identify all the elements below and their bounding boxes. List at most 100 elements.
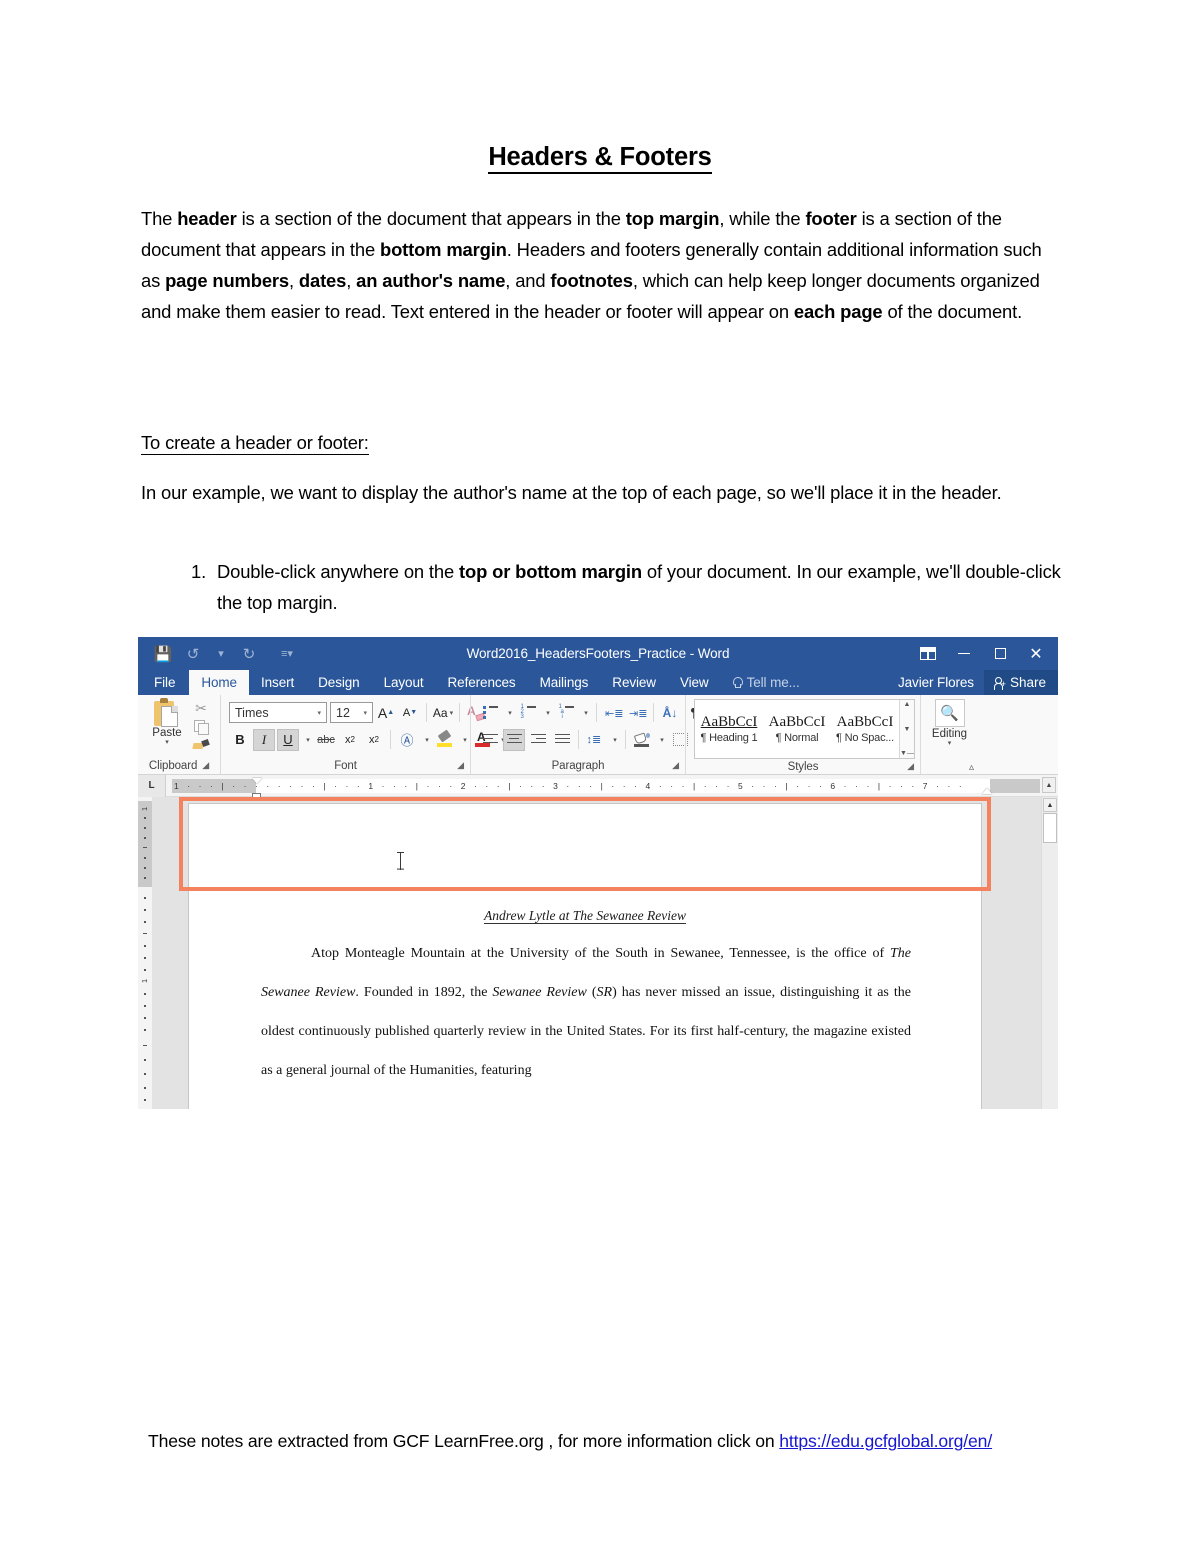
format-painter-button[interactable]: [190, 736, 212, 752]
highlighter-icon: [437, 729, 453, 748]
save-icon[interactable]: 💾: [148, 641, 178, 667]
undo-dropdown-icon[interactable]: ▾: [208, 641, 234, 667]
multilevel-dropdown-icon[interactable]: ▾: [579, 702, 591, 724]
collapse-ribbon-icon[interactable]: ▵: [969, 762, 974, 773]
paragraph-dialog-launcher-icon[interactable]: ◢: [672, 760, 679, 771]
align-center-button[interactable]: [503, 728, 525, 751]
chevron-down-icon[interactable]: ▾: [450, 709, 454, 717]
multilevel-list-button[interactable]: 1ai: [555, 702, 577, 724]
bold-button[interactable]: B: [229, 729, 251, 751]
style-no-spacing[interactable]: AaBbCcI ¶ No Spac...: [831, 700, 899, 758]
style-sample: AaBbCcI: [768, 714, 826, 730]
shading-button[interactable]: [631, 729, 653, 751]
share-button[interactable]: + Share: [983, 670, 1058, 695]
font-label: Font: [334, 759, 357, 772]
tab-review[interactable]: Review: [600, 670, 668, 695]
scroll-down-icon[interactable]: ▼: [904, 726, 911, 733]
find-button[interactable]: 🔍: [934, 699, 965, 727]
more-styles-icon[interactable]: ▼—: [900, 750, 914, 757]
paste-dropdown-icon[interactable]: ▾: [165, 739, 169, 746]
right-indent-marker[interactable]: [982, 787, 992, 794]
italic-button[interactable]: I: [253, 728, 275, 751]
styles-dialog-launcher-icon[interactable]: ◢: [907, 761, 914, 772]
customize-qat-icon[interactable]: ≡▾: [274, 641, 300, 667]
example-paragraph: In our example, we want to display the a…: [141, 482, 1002, 503]
ribbon-display-options-icon[interactable]: [910, 639, 946, 669]
tab-view[interactable]: View: [668, 670, 721, 695]
sort-button[interactable]: Å↓: [659, 702, 681, 724]
bullets-dropdown-icon[interactable]: ▾: [503, 702, 515, 724]
tab-insert[interactable]: Insert: [249, 670, 306, 695]
tab-home[interactable]: Home: [189, 670, 249, 695]
font-dialog-launcher-icon[interactable]: ◢: [457, 760, 464, 771]
align-right-button[interactable]: [527, 729, 549, 751]
style-normal[interactable]: AaBbCcI ¶ Normal: [763, 700, 831, 758]
document-page[interactable]: Andrew Lytle at The Sewanee Review Atop …: [188, 803, 982, 1109]
align-center-icon: [506, 733, 522, 746]
minimize-icon[interactable]: [946, 639, 982, 669]
scroll-up-icon[interactable]: ▲: [1043, 798, 1057, 812]
shading-dropdown-icon[interactable]: ▾: [655, 729, 667, 751]
account-name[interactable]: Javier Flores: [888, 670, 984, 695]
numbering-dropdown-icon[interactable]: ▾: [541, 702, 553, 724]
text-highlight-button[interactable]: [434, 729, 456, 751]
strikethrough-button[interactable]: abc: [315, 729, 337, 751]
copy-button[interactable]: [190, 718, 212, 735]
grow-font-button[interactable]: A ▲: [375, 702, 397, 724]
cut-button[interactable]: ✂: [190, 700, 212, 716]
font-name-combo[interactable]: Times ▾: [229, 702, 327, 723]
line-spacing-button[interactable]: ↕≣: [584, 729, 606, 751]
tab-references[interactable]: References: [436, 670, 528, 695]
scissors-icon: ✂: [195, 699, 207, 716]
scroll-up-icon[interactable]: ▲: [904, 701, 911, 708]
tab-layout[interactable]: Layout: [372, 670, 436, 695]
ribbon-group-paragraph: ▾ 123 ▾ 1ai ▾ ⇤≣ ⇥≣ Å↓ ↕≣ ▾ ▾ Paragraph …: [470, 695, 702, 774]
numbering-button[interactable]: 123: [517, 702, 539, 724]
source-link[interactable]: https://edu.gcfglobal.org/en/: [779, 1431, 992, 1451]
vertical-scrollbar[interactable]: ▲: [1041, 797, 1058, 1109]
text-effects-button[interactable]: Ⓐ: [396, 729, 418, 751]
tab-mailings[interactable]: Mailings: [528, 670, 601, 695]
shrink-font-button[interactable]: A ▼: [399, 702, 421, 724]
editing-dropdown-icon[interactable]: ▾: [948, 740, 952, 747]
style-sample: AaBbCcI: [700, 714, 758, 730]
paintbrush-icon: [193, 738, 209, 751]
text-effects-dropdown-icon[interactable]: ▾: [420, 729, 432, 751]
clipboard-dialog-launcher-icon[interactable]: ◢: [202, 760, 209, 771]
style-heading-1[interactable]: AaBbCcI ¶ Heading 1: [695, 700, 763, 758]
bullets-button[interactable]: [479, 702, 501, 724]
tab-file[interactable]: File: [138, 670, 189, 695]
first-line-indent-marker[interactable]: [252, 777, 262, 784]
tab-design[interactable]: Design: [306, 670, 371, 695]
underline-dropdown-icon[interactable]: ▾: [301, 729, 313, 751]
align-left-button[interactable]: [479, 729, 501, 751]
change-case-button[interactable]: Aa ▾: [432, 702, 454, 724]
restore-icon[interactable]: [982, 639, 1018, 669]
steps-list: Double-click anywhere on the top or bott…: [141, 556, 1061, 618]
vertical-ruler[interactable]: 1 1: [138, 797, 152, 1109]
highlight-dropdown-icon[interactable]: ▾: [458, 729, 470, 751]
chevron-down-icon[interactable]: ▾: [360, 709, 370, 717]
line-spacing-dropdown-icon[interactable]: ▾: [608, 729, 620, 751]
superscript-button[interactable]: x2: [363, 729, 385, 751]
quick-access-toolbar: 💾 ↺ ▾ ↻ ≡▾: [138, 641, 300, 667]
close-icon[interactable]: ✕: [1018, 639, 1054, 669]
chevron-down-icon[interactable]: ▾: [314, 709, 324, 717]
undo-icon[interactable]: ↺: [178, 641, 208, 667]
increase-indent-button[interactable]: ⇥≣: [626, 702, 648, 724]
justify-button[interactable]: [551, 729, 573, 751]
decrease-indent-button[interactable]: ⇤≣: [602, 702, 624, 724]
ruler-scroll-up-button[interactable]: ▲: [1042, 777, 1056, 793]
underline-button[interactable]: U: [277, 728, 299, 751]
font-size-combo[interactable]: 12 ▾: [330, 702, 373, 723]
redo-icon[interactable]: ↻: [234, 641, 264, 667]
multilevel-list-icon: 1ai: [559, 704, 574, 720]
styles-gallery-scrollbar[interactable]: ▲ ▼ ▼—: [899, 700, 914, 758]
horizontal-ruler[interactable]: 1 · · · | · · · · · · · · | · · · 1 · · …: [172, 777, 1040, 800]
source-note-text: These notes are extracted from GCF Learn…: [148, 1431, 780, 1451]
subscript-button[interactable]: x2: [339, 729, 361, 751]
tell-me-search[interactable]: Tell me...: [721, 670, 812, 695]
paste-button[interactable]: Paste ▾: [144, 697, 190, 746]
scrollbar-thumb[interactable]: [1043, 813, 1057, 843]
tab-stop-selector[interactable]: L: [138, 774, 166, 797]
